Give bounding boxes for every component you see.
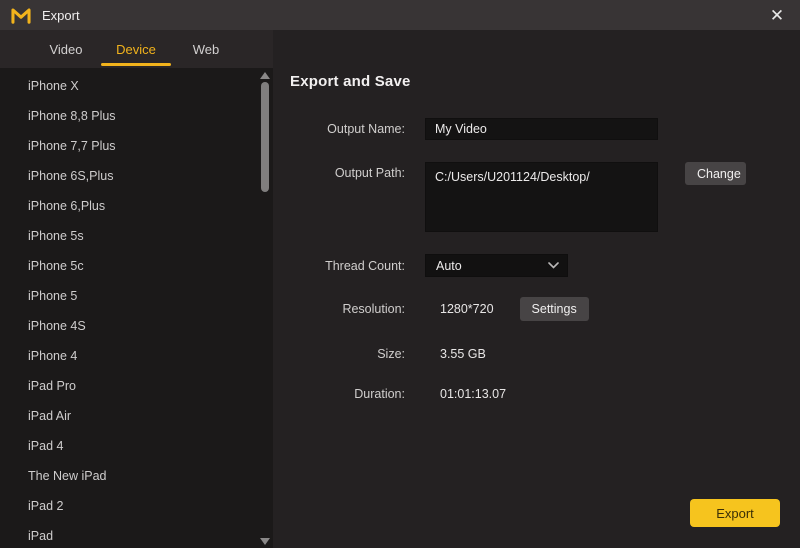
export-button[interactable]: Export: [690, 499, 780, 527]
export-panel: Export and Save Output Name: Output Path…: [273, 30, 800, 548]
device-list-scrollbar[interactable]: [259, 68, 271, 548]
app-logo-icon: [10, 5, 34, 25]
tab-video[interactable]: Video: [31, 30, 101, 68]
device-item-ipad-4[interactable]: iPad 4: [0, 431, 273, 461]
export-form: Output Name: Output Path: C:/Users/U2011…: [290, 118, 780, 401]
device-item-iphone-4[interactable]: iPhone 4: [0, 341, 273, 371]
device-item-iphone-7-7-plus[interactable]: iPhone 7,7 Plus: [0, 131, 273, 161]
window-title: Export: [42, 8, 80, 23]
chevron-down-icon: [548, 262, 559, 269]
output-path-row: Output Path: C:/Users/U201124/Desktop/ C…: [290, 162, 780, 232]
change-button[interactable]: Change: [685, 162, 746, 185]
device-item-iphone-5s[interactable]: iPhone 5s: [0, 221, 273, 251]
device-item-iphone-4s[interactable]: iPhone 4S: [0, 311, 273, 341]
arrow-up-icon[interactable]: [259, 70, 271, 80]
output-name-row: Output Name:: [290, 118, 780, 140]
close-icon[interactable]: ✕: [764, 2, 790, 28]
output-name-label: Output Name:: [290, 122, 405, 136]
resolution-value: 1280*720: [440, 302, 494, 316]
duration-row: Duration: 01:01:13.07: [290, 387, 780, 401]
resolution-label: Resolution:: [290, 302, 405, 316]
duration-label: Duration:: [290, 387, 405, 401]
device-item-iphone-x[interactable]: iPhone X: [0, 71, 273, 101]
thread-count-value: Auto: [436, 259, 462, 273]
device-item-iphone-6s-plus[interactable]: iPhone 6S,Plus: [0, 161, 273, 191]
arrow-down-icon[interactable]: [259, 536, 271, 546]
left-column: VideoDeviceWeb iPhone XiPhone 8,8 PlusiP…: [0, 30, 273, 548]
export-dialog: Export ✕ VideoDeviceWeb iPhone XiPhone 8…: [0, 0, 800, 548]
device-item-iphone-6-plus[interactable]: iPhone 6,Plus: [0, 191, 273, 221]
device-item-ipad-air[interactable]: iPad Air: [0, 401, 273, 431]
resolution-row: Resolution: 1280*720 Settings: [290, 297, 780, 321]
thread-count-select[interactable]: Auto: [425, 254, 568, 277]
device-list-container: iPhone XiPhone 8,8 PlusiPhone 7,7 PlusiP…: [0, 68, 273, 548]
size-row: Size: 3.55 GB: [290, 347, 780, 361]
device-item-iphone-5[interactable]: iPhone 5: [0, 281, 273, 311]
tab-bar: VideoDeviceWeb: [0, 30, 273, 68]
scrollbar-thumb[interactable]: [261, 82, 269, 192]
size-value: 3.55 GB: [440, 347, 486, 361]
thread-count-row: Thread Count: Auto: [290, 254, 780, 277]
device-item-ipad-2[interactable]: iPad 2: [0, 491, 273, 521]
output-path-field[interactable]: C:/Users/U201124/Desktop/: [425, 162, 658, 232]
device-item-iphone-5c[interactable]: iPhone 5c: [0, 251, 273, 281]
device-list: iPhone XiPhone 8,8 PlusiPhone 7,7 PlusiP…: [0, 68, 273, 548]
tab-web[interactable]: Web: [171, 30, 241, 68]
tab-device[interactable]: Device: [101, 30, 171, 68]
size-label: Size:: [290, 347, 405, 361]
output-path-label: Output Path:: [290, 166, 405, 180]
device-item-ipad-pro[interactable]: iPad Pro: [0, 371, 273, 401]
thread-count-label: Thread Count:: [290, 259, 405, 273]
panel-heading: Export and Save: [290, 73, 780, 90]
device-item-iphone-8-8-plus[interactable]: iPhone 8,8 Plus: [0, 101, 273, 131]
titlebar: Export ✕: [0, 0, 800, 30]
settings-button[interactable]: Settings: [520, 297, 589, 321]
device-item-ipad[interactable]: iPad: [0, 521, 273, 548]
device-item-the-new-ipad[interactable]: The New iPad: [0, 461, 273, 491]
duration-value: 01:01:13.07: [440, 387, 506, 401]
output-name-input[interactable]: [425, 118, 658, 140]
